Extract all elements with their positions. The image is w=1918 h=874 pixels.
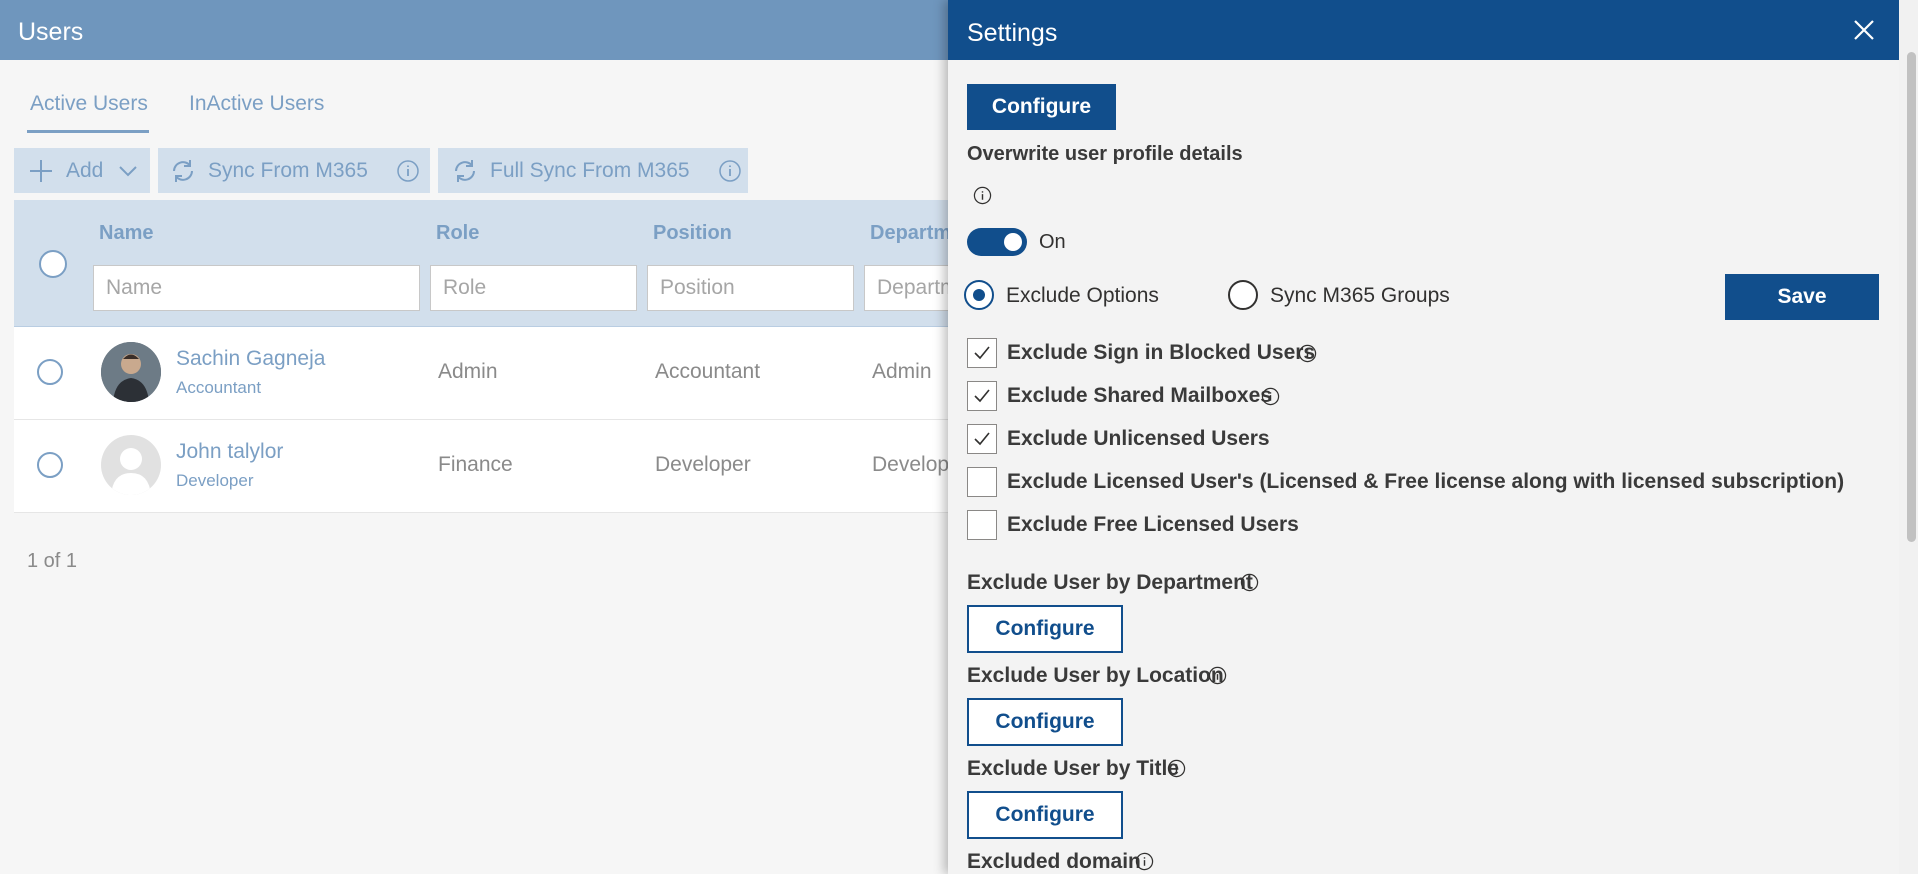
exclude-by-location-label: Exclude User by Location bbox=[967, 664, 1224, 687]
sync-icon bbox=[455, 159, 475, 182]
info-icon[interactable] bbox=[1208, 666, 1227, 685]
full-sync-from-m365-button[interactable]: Full Sync From M365 bbox=[438, 148, 748, 193]
settings-title: Settings bbox=[967, 19, 1058, 47]
column-header-role[interactable]: Role bbox=[436, 222, 479, 245]
info-icon[interactable] bbox=[973, 186, 992, 205]
info-icon[interactable] bbox=[1298, 344, 1317, 363]
exclude-shared-mailboxes-checkbox[interactable] bbox=[967, 381, 997, 411]
column-header-name[interactable]: Name bbox=[99, 222, 153, 245]
info-icon[interactable] bbox=[1167, 759, 1186, 778]
user-name-link[interactable]: Sachin Gagneja bbox=[176, 347, 325, 371]
sync-m365-groups-radio[interactable] bbox=[1228, 280, 1258, 310]
checkmark-icon bbox=[974, 389, 990, 403]
exclude-sign-in-blocked-label[interactable]: Exclude Sign in Blocked Users bbox=[1007, 341, 1315, 365]
exclude-free-licensed-label[interactable]: Exclude Free Licensed Users bbox=[1007, 513, 1299, 537]
checkmark-icon bbox=[974, 346, 990, 360]
person-placeholder-icon bbox=[111, 448, 151, 495]
exclude-unlicensed-label[interactable]: Exclude Unlicensed Users bbox=[1007, 427, 1270, 451]
exclude-free-licensed-checkbox[interactable] bbox=[967, 510, 997, 540]
configure-department-button[interactable]: Configure bbox=[967, 605, 1123, 653]
position-cell: Accountant bbox=[655, 360, 761, 383]
exclude-by-department-label: Exclude User by Department bbox=[967, 571, 1253, 594]
exclude-by-title-label: Exclude User by Title bbox=[967, 757, 1180, 780]
sync-icon bbox=[173, 159, 193, 182]
sync-m365-groups-label[interactable]: Sync M365 Groups bbox=[1270, 284, 1450, 308]
overwrite-toggle[interactable] bbox=[967, 228, 1027, 256]
exclude-sign-in-blocked-checkbox[interactable] bbox=[967, 338, 997, 368]
sync-label: Sync From M365 bbox=[208, 158, 368, 182]
info-icon[interactable] bbox=[718, 159, 742, 183]
exclude-options-radio[interactable] bbox=[964, 280, 994, 310]
checkmark-icon bbox=[974, 432, 990, 446]
exclude-licensed-checkbox[interactable] bbox=[967, 467, 997, 497]
user-subtitle: Accountant bbox=[176, 378, 262, 397]
configure-title-button[interactable]: Configure bbox=[967, 791, 1123, 839]
exclude-options-label[interactable]: Exclude Options bbox=[1006, 284, 1159, 308]
configure-overwrite-button[interactable]: Configure bbox=[967, 84, 1116, 130]
pagination-text: 1 of 1 bbox=[27, 550, 78, 572]
user-name-link[interactable]: John talylor bbox=[176, 440, 283, 464]
toggle-state-label: On bbox=[1039, 231, 1066, 253]
select-all-checkbox[interactable] bbox=[39, 250, 67, 278]
avatar bbox=[101, 342, 161, 402]
row-checkbox[interactable] bbox=[37, 359, 63, 385]
avatar bbox=[101, 435, 161, 495]
radio-selected-dot bbox=[973, 289, 985, 301]
role-cell: Admin bbox=[438, 360, 498, 383]
column-header-position[interactable]: Position bbox=[653, 222, 732, 245]
save-button[interactable]: Save bbox=[1725, 274, 1879, 320]
toggle-knob bbox=[1004, 233, 1022, 251]
column-header-department[interactable]: Departm bbox=[870, 222, 951, 245]
role-cell: Finance bbox=[438, 453, 513, 476]
info-icon[interactable] bbox=[396, 159, 420, 183]
add-button[interactable]: Add bbox=[14, 148, 150, 193]
plus-icon bbox=[30, 159, 52, 182]
add-label: Add bbox=[66, 158, 104, 182]
excluded-domain-label: Excluded domain bbox=[967, 850, 1141, 873]
active-tab-indicator bbox=[27, 130, 149, 133]
department-cell: Admin bbox=[872, 360, 932, 383]
overwrite-label: Overwrite user profile details bbox=[967, 143, 1243, 165]
department-cell: Develop bbox=[872, 453, 950, 476]
chevron-down-icon bbox=[119, 165, 138, 176]
info-icon[interactable] bbox=[1135, 852, 1154, 871]
tab-active-users[interactable]: Active Users bbox=[30, 92, 148, 116]
settings-panel: Settings Configure Overwrite user profil… bbox=[948, 0, 1918, 874]
exclude-shared-mailboxes-label[interactable]: Exclude Shared Mailboxes bbox=[1007, 384, 1272, 408]
row-checkbox[interactable] bbox=[37, 452, 63, 478]
name-filter-input[interactable]: Name bbox=[93, 265, 420, 311]
scrollbar-thumb[interactable] bbox=[1907, 52, 1916, 542]
sync-from-m365-button[interactable]: Sync From M365 bbox=[158, 148, 430, 193]
full-sync-label: Full Sync From M365 bbox=[490, 158, 690, 182]
exclude-licensed-label[interactable]: Exclude Licensed User's (Licensed & Free… bbox=[1007, 470, 1844, 494]
user-photo-icon bbox=[101, 342, 161, 402]
exclude-unlicensed-checkbox[interactable] bbox=[967, 424, 997, 454]
configure-location-button[interactable]: Configure bbox=[967, 698, 1123, 746]
info-icon[interactable] bbox=[1261, 387, 1280, 406]
info-icon[interactable] bbox=[1240, 573, 1259, 592]
close-icon[interactable] bbox=[1850, 16, 1878, 44]
position-filter-input[interactable]: Position bbox=[647, 265, 854, 311]
settings-header: Settings bbox=[948, 0, 1899, 60]
page-title: Users bbox=[18, 18, 84, 46]
user-subtitle: Developer bbox=[176, 471, 254, 490]
tab-inactive-users[interactable]: InActive Users bbox=[189, 92, 324, 116]
role-filter-input[interactable]: Role bbox=[430, 265, 637, 311]
position-cell: Developer bbox=[655, 453, 751, 476]
